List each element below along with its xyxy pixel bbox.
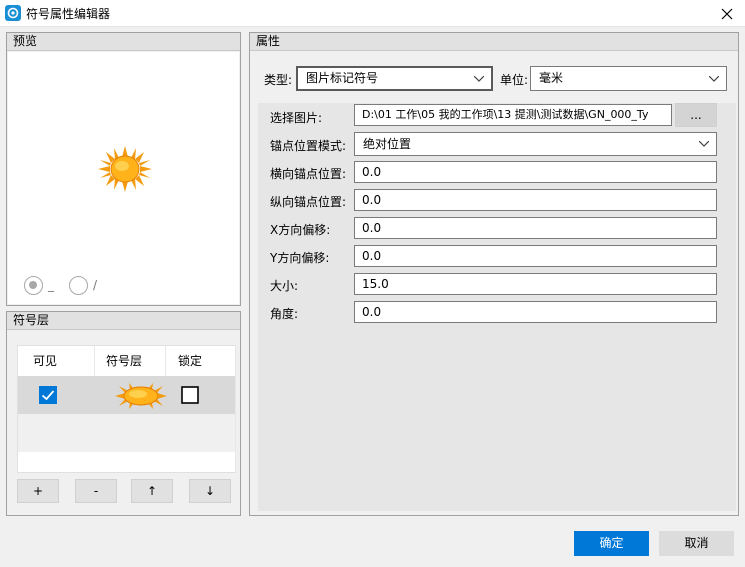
radio-selected-dot — [29, 281, 37, 289]
anchor-mode-dropdown[interactable]: 绝对位置 — [354, 132, 717, 156]
column-header-lock[interactable]: 锁定 — [178, 346, 202, 376]
window-title: 符号属性编辑器 — [26, 7, 111, 21]
preview-header: 预览 — [7, 33, 240, 51]
symbol-layer-header: 符号层 — [7, 312, 240, 330]
column-header-visible[interactable]: 可见 — [33, 346, 57, 376]
x-offset-label: X方向偏移: — [270, 223, 331, 237]
chevron-down-icon — [474, 76, 484, 82]
properties-panel: 选择图片: D:\01 工作\05 我的工作项\13 提测\测试数据\GN_00… — [258, 103, 736, 511]
cancel-button[interactable]: 取消 — [659, 531, 734, 556]
remove-layer-button[interactable]: - — [75, 479, 117, 503]
x-offset-input[interactable]: 0.0 — [354, 217, 717, 239]
unit-dropdown-value: 毫米 — [539, 71, 564, 85]
close-button[interactable] — [709, 0, 745, 27]
type-dropdown-value: 图片标记符号 — [306, 71, 379, 85]
v-anchor-input[interactable]: 0.0 — [354, 189, 717, 211]
anchor-mode-value: 绝对位置 — [363, 137, 412, 151]
visible-checkbox[interactable] — [39, 386, 57, 404]
unit-label: 单位: — [500, 73, 529, 87]
angle-label: 角度: — [270, 307, 299, 321]
chevron-down-icon — [699, 141, 709, 147]
browse-button[interactable]: ... — [675, 103, 717, 127]
column-header-symbol-layer[interactable]: 符号层 — [106, 346, 142, 376]
move-down-button[interactable]: ↓ — [189, 479, 231, 503]
add-layer-button[interactable]: + — [17, 479, 59, 503]
properties-group: 属性 类型: 图片标记符号 单位: 毫米 选择图片: D:\01 工作\05 我… — [249, 32, 739, 516]
app-icon — [5, 5, 21, 21]
y-offset-input[interactable]: 0.0 — [354, 245, 717, 267]
properties-header: 属性 — [250, 33, 738, 51]
type-label: 类型: — [264, 73, 293, 87]
radio-label-slash: / — [93, 278, 98, 292]
title-bar: 符号属性编辑器 — [0, 0, 745, 27]
h-anchor-label: 横向锚点位置: — [270, 167, 347, 181]
h-anchor-input[interactable]: 0.0 — [354, 161, 717, 183]
sun-icon — [115, 383, 167, 409]
size-input[interactable]: 15.0 — [354, 273, 717, 295]
y-offset-label: Y方向偏移: — [270, 251, 330, 265]
preview-group: 预览 _ / — [6, 32, 241, 306]
lock-checkbox[interactable] — [181, 386, 199, 404]
chevron-down-icon — [709, 76, 719, 82]
move-up-button[interactable]: ↑ — [131, 479, 173, 503]
preview-canvas: _ / — [8, 52, 239, 304]
close-icon — [721, 8, 733, 19]
radio-label-underscore: _ — [48, 278, 54, 292]
size-label: 大小: — [270, 279, 299, 293]
angle-input[interactable]: 0.0 — [354, 301, 717, 323]
radio-option-slash[interactable] — [69, 276, 88, 295]
column-divider — [235, 346, 236, 472]
image-path-input[interactable]: D:\01 工作\05 我的工作项\13 提测\测试数据\GN_000_Ty — [354, 104, 672, 126]
layer-table: 可见 符号层 锁定 — [17, 345, 236, 473]
table-row-empty — [18, 452, 235, 472]
v-anchor-label: 纵向锚点位置: — [270, 195, 347, 209]
image-label: 选择图片: — [270, 111, 323, 125]
sun-icon — [98, 146, 152, 192]
radio-option-underscore[interactable] — [24, 276, 43, 295]
table-row[interactable] — [18, 376, 235, 414]
table-row-empty — [18, 414, 235, 452]
ok-button[interactable]: 确定 — [574, 531, 649, 556]
symbol-layer-group: 符号层 可见 符号层 锁定 + - ↑ ↓ — [6, 311, 241, 516]
anchor-mode-label: 锚点位置模式: — [270, 139, 347, 153]
unit-dropdown[interactable]: 毫米 — [530, 66, 727, 91]
type-dropdown[interactable]: 图片标记符号 — [296, 66, 493, 91]
